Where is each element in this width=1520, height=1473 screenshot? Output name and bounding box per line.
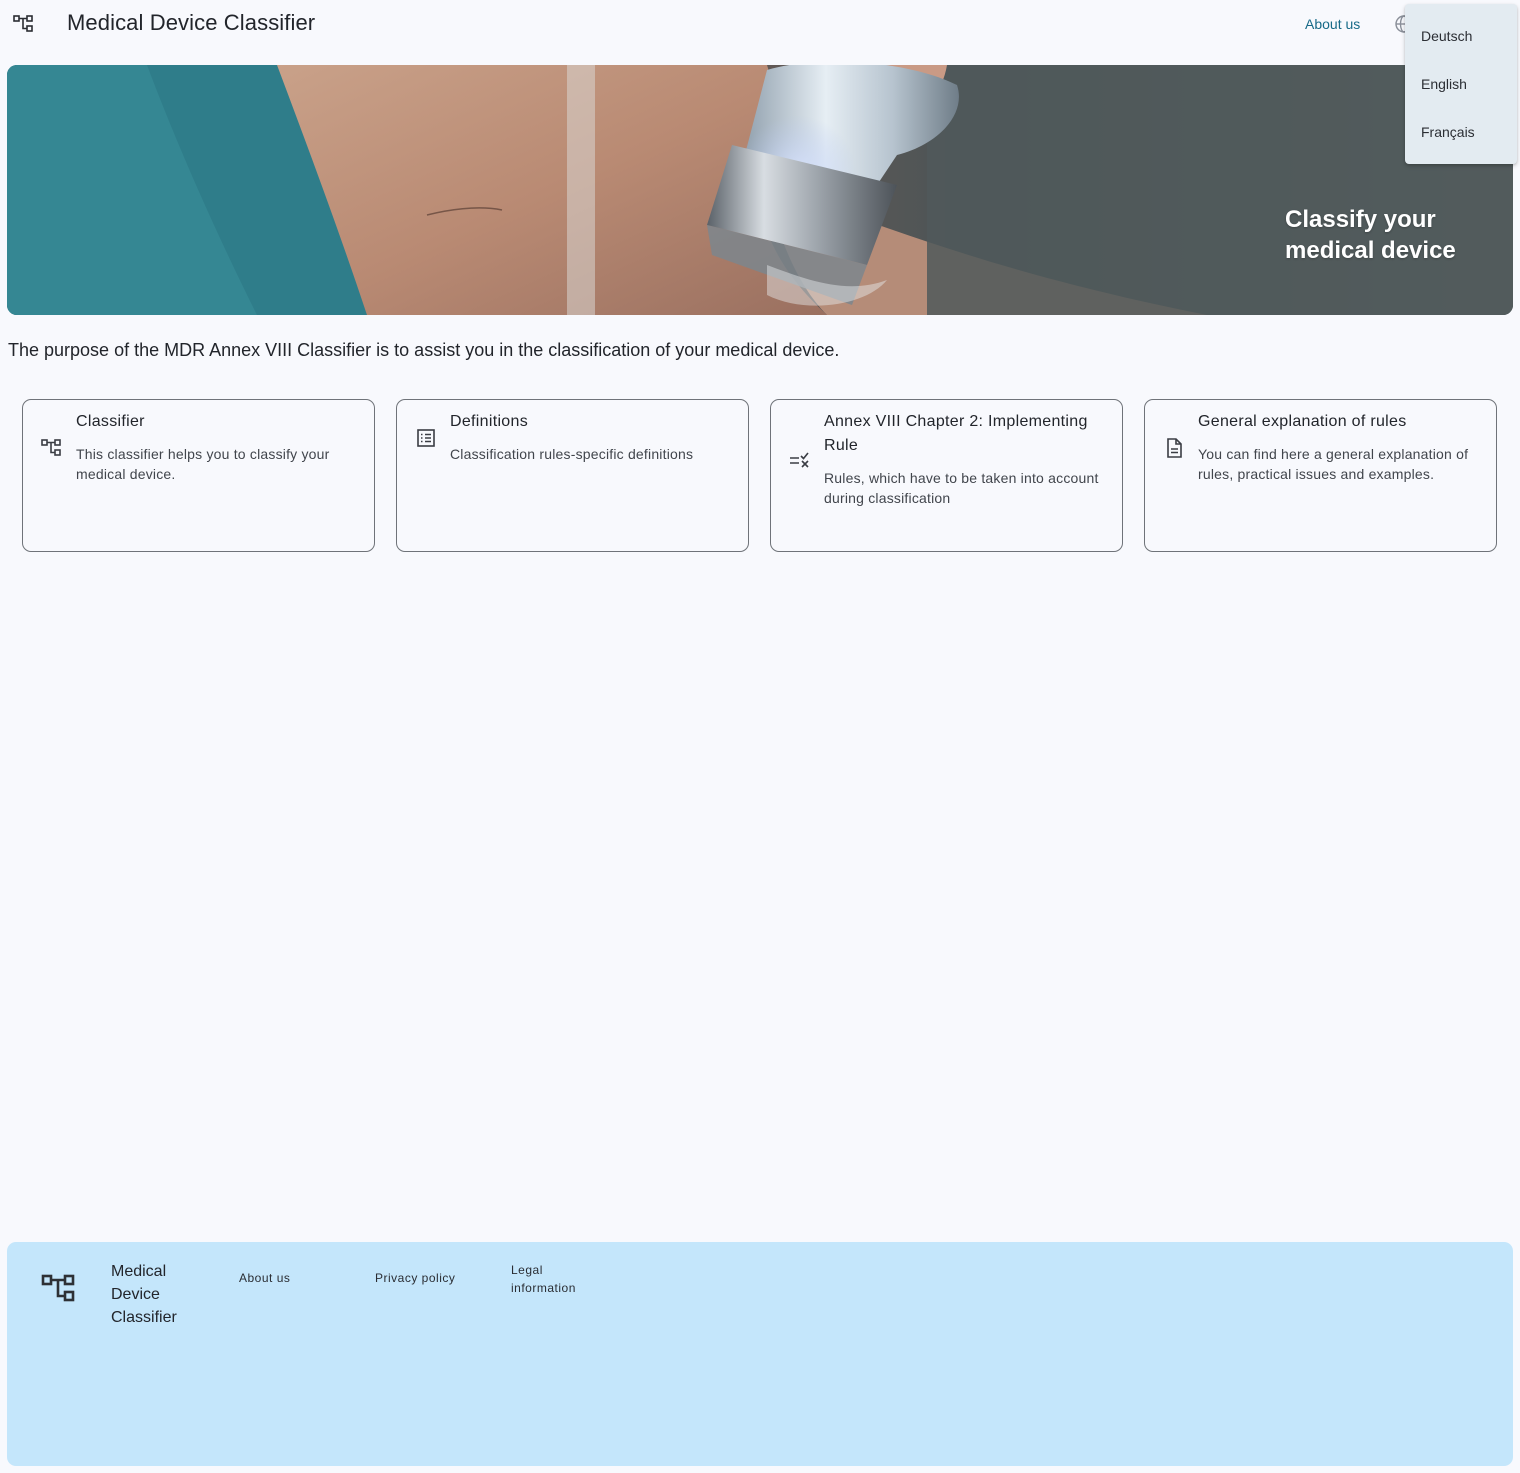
footer: Medical Device Classifier About us Priva… bbox=[7, 1242, 1513, 1466]
footer-title-line3: Classifier bbox=[111, 1309, 177, 1326]
hero-ultrasound-image bbox=[7, 65, 1513, 315]
footer-legal-information-link[interactable]: Legal information bbox=[511, 1261, 576, 1297]
footer-about-us-link[interactable]: About us bbox=[239, 1269, 290, 1287]
card-implementing-rule[interactable]: Annex VIII Chapter 2: Implementing Rule … bbox=[770, 399, 1123, 552]
language-option-deutsch[interactable]: Deutsch bbox=[1405, 12, 1517, 60]
card-title: General explanation of rules bbox=[1198, 413, 1407, 430]
footer-title-line1: Medical bbox=[111, 1263, 167, 1280]
language-menu: Deutsch English Français bbox=[1405, 4, 1517, 164]
card-description: This classifier helps you to classify yo… bbox=[76, 446, 330, 482]
card-description: Rules, which have to be taken into accou… bbox=[824, 470, 1099, 506]
classifier-tree-icon bbox=[41, 439, 61, 456]
footer-privacy-policy-link[interactable]: Privacy policy bbox=[375, 1269, 455, 1287]
card-definitions[interactable]: Definitions Classification rules-specifi… bbox=[396, 399, 749, 552]
card-title: Classifier bbox=[76, 413, 145, 430]
footer-title-line2: Device bbox=[111, 1286, 160, 1303]
card-description: Classification rules-specific definition… bbox=[450, 446, 694, 462]
intro-text: The purpose of the MDR Annex VIII Classi… bbox=[8, 340, 840, 360]
card-general-explanation[interactable]: General explanation of rules You can fin… bbox=[1144, 399, 1497, 552]
card-classifier[interactable]: Classifier This classifier helps you to … bbox=[22, 399, 375, 552]
classifier-tree-icon bbox=[41, 1274, 75, 1302]
document-icon bbox=[1167, 438, 1182, 458]
classifier-tree-icon[interactable] bbox=[13, 14, 35, 34]
hero-heading: Classify your medical device bbox=[1285, 204, 1485, 266]
list-icon bbox=[417, 429, 435, 447]
footer-legal-line1: Legal bbox=[511, 1263, 543, 1277]
top-app-bar: Medical Device Classifier About us bbox=[0, 0, 1520, 50]
app-title[interactable]: Medical Device Classifier bbox=[67, 10, 315, 36]
hero-banner: Classify your medical device bbox=[7, 65, 1513, 315]
footer-app-title: Medical Device Classifier bbox=[111, 1260, 201, 1329]
footer-legal-line2: information bbox=[511, 1281, 576, 1295]
card-title: Annex VIII Chapter 2: Implementing Rule bbox=[824, 413, 1088, 454]
hero-heading-line2: medical device bbox=[1285, 237, 1456, 264]
card-title: Definitions bbox=[450, 413, 529, 430]
language-option-francais[interactable]: Français bbox=[1405, 108, 1517, 156]
hero-heading-line1: Classify your bbox=[1285, 206, 1436, 233]
rule-check-icon bbox=[790, 452, 809, 468]
about-us-link[interactable]: About us bbox=[1305, 16, 1360, 32]
card-description: You can find here a general explanation … bbox=[1198, 446, 1469, 482]
language-option-english[interactable]: English bbox=[1405, 60, 1517, 108]
